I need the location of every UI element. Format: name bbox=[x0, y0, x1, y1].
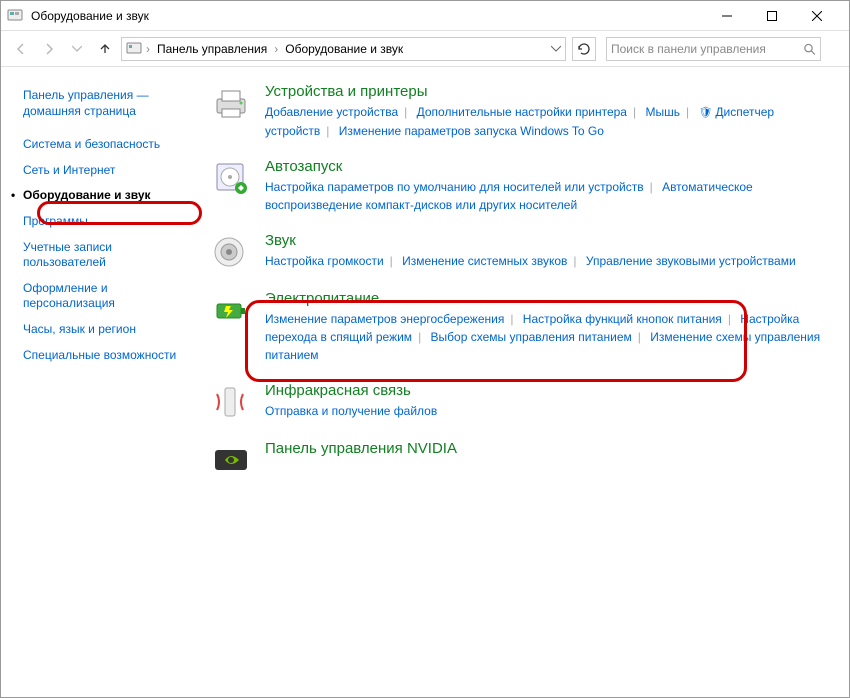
category-autoplay: Автозапуск Настройка параметров по умолч… bbox=[211, 158, 829, 214]
task-link[interactable]: Управление звуковыми устройствами bbox=[586, 254, 796, 268]
search-icon bbox=[803, 42, 816, 56]
sidebar-item-accounts[interactable]: Учетные записи пользователей bbox=[23, 235, 189, 276]
nvidia-icon bbox=[211, 440, 251, 480]
sidebar-item-access[interactable]: Специальные возможности bbox=[23, 343, 189, 369]
address-bar[interactable]: › Панель управления › Оборудование и зву… bbox=[121, 37, 566, 61]
task-link[interactable]: Изменение параметров энергосбережения bbox=[265, 312, 504, 326]
category-devices: Устройства и принтеры Добавление устройс… bbox=[211, 83, 829, 140]
sidebar-item-system[interactable]: Система и безопасность bbox=[23, 132, 189, 158]
speaker-icon bbox=[211, 232, 251, 272]
sidebar-item-appearance[interactable]: Оформление и персонализация bbox=[23, 276, 189, 317]
category-title[interactable]: Звук bbox=[265, 232, 829, 249]
battery-icon bbox=[211, 290, 251, 330]
sidebar-item-home[interactable]: Панель управления — домашняя страница bbox=[23, 83, 189, 124]
task-link[interactable]: Мышь bbox=[645, 105, 680, 119]
minimize-button[interactable] bbox=[708, 2, 753, 30]
category-nvidia: Панель управления NVIDIA bbox=[211, 440, 829, 480]
printer-icon bbox=[211, 83, 251, 123]
maximize-button[interactable] bbox=[753, 2, 798, 30]
nav-up-button[interactable] bbox=[93, 37, 117, 61]
nav-history-button[interactable] bbox=[65, 37, 89, 61]
task-link[interactable]: Изменение системных звуков bbox=[402, 254, 567, 268]
task-link[interactable]: Настройка громкости bbox=[265, 254, 384, 268]
task-link[interactable]: Добавление устройства bbox=[265, 105, 398, 119]
nav-back-button[interactable] bbox=[9, 37, 33, 61]
category-ir: Инфракрасная связь Отправка и получение … bbox=[211, 382, 829, 422]
chevron-down-icon[interactable] bbox=[551, 44, 561, 54]
chevron-right-icon: › bbox=[274, 42, 278, 56]
task-link[interactable]: Настройка функций кнопок питания bbox=[523, 312, 722, 326]
sidebar-item-network[interactable]: Сеть и Интернет bbox=[23, 158, 189, 184]
sidebar: Панель управления — домашняя страница Си… bbox=[1, 67, 201, 697]
control-panel-icon bbox=[7, 8, 23, 24]
nav-forward-button[interactable] bbox=[37, 37, 61, 61]
category-sound: Звук Настройка громкости| Изменение сист… bbox=[211, 232, 829, 272]
main-content: Устройства и принтеры Добавление устройс… bbox=[201, 67, 849, 697]
address-icon bbox=[126, 41, 142, 57]
category-title[interactable]: Панель управления NVIDIA bbox=[265, 440, 829, 457]
sidebar-item-clock[interactable]: Часы, язык и регион bbox=[23, 317, 189, 343]
task-link[interactable]: Отправка и получение файлов bbox=[265, 404, 437, 418]
breadcrumb-item[interactable]: Панель управления bbox=[154, 42, 270, 56]
category-power: Электропитание Изменение параметров энер… bbox=[211, 290, 829, 364]
search-field[interactable] bbox=[606, 37, 821, 61]
window-title: Оборудование и звук bbox=[31, 9, 708, 23]
category-title[interactable]: Устройства и принтеры bbox=[265, 83, 829, 100]
category-title[interactable]: Электропитание bbox=[265, 290, 829, 307]
task-link[interactable]: Дополнительные настройки принтера bbox=[417, 105, 627, 119]
disc-icon bbox=[211, 158, 251, 198]
breadcrumb-item[interactable]: Оборудование и звук bbox=[282, 42, 406, 56]
sidebar-item-programs[interactable]: Программы bbox=[23, 209, 189, 235]
task-link[interactable]: Настройка параметров по умолчанию для но… bbox=[265, 180, 644, 194]
close-button[interactable] bbox=[798, 2, 843, 30]
category-title[interactable]: Инфракрасная связь bbox=[265, 382, 829, 399]
sidebar-item-hardware[interactable]: Оборудование и звук bbox=[23, 183, 189, 209]
refresh-button[interactable] bbox=[572, 37, 596, 61]
task-link[interactable]: Выбор схемы управления питанием bbox=[431, 330, 632, 344]
search-input[interactable] bbox=[611, 42, 799, 56]
chevron-right-icon: › bbox=[146, 42, 150, 56]
category-title[interactable]: Автозапуск bbox=[265, 158, 829, 175]
ir-icon bbox=[211, 382, 251, 422]
task-link[interactable]: Изменение параметров запуска Windows To … bbox=[339, 124, 604, 138]
